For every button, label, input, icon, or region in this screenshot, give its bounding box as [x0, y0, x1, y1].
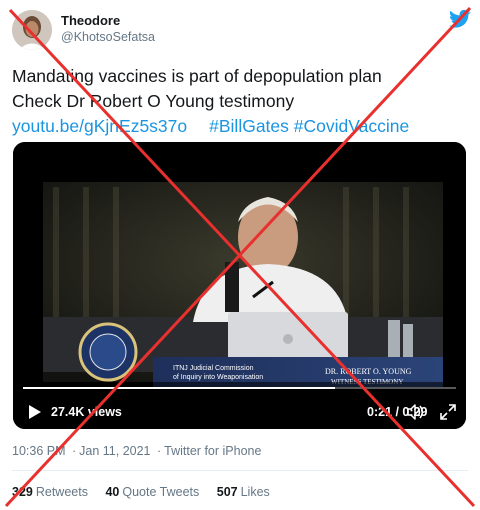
likes-count: 507	[216, 485, 238, 499]
tweet-source[interactable]: Twitter for iPhone	[164, 444, 261, 458]
display-name[interactable]: Theodore	[61, 13, 120, 28]
hashtag-billgates[interactable]: #BillGates	[209, 116, 289, 136]
retweets-stat[interactable]: 329 Retweets	[12, 485, 88, 499]
lower-third-name: DR. ROBERT O. YOUNG	[325, 367, 412, 376]
tweet-line: Check Dr Robert O Young testimony	[12, 91, 295, 111]
tweet-line: Mandating vaccines is part of depopulati…	[12, 66, 382, 86]
video-player[interactable]: ITNJ Judicial Commission of Inquiry into…	[13, 142, 466, 429]
avatar-image	[12, 10, 52, 50]
video-progress-bar[interactable]	[23, 387, 456, 389]
quote-tweets-count: 40	[105, 485, 120, 499]
fullscreen-icon[interactable]	[439, 403, 457, 421]
avatar[interactable]	[12, 10, 52, 50]
play-icon[interactable]	[28, 404, 42, 420]
retweets-label: Retweets	[35, 485, 88, 499]
tweet-text: Mandating vaccines is part of depopulati…	[12, 64, 472, 139]
quote-tweets-stat[interactable]: 40 Quote Tweets	[105, 485, 199, 499]
quote-tweets-label: Quote Tweets	[122, 485, 200, 499]
volume-icon[interactable]	[406, 403, 424, 421]
likes-label: Likes	[240, 485, 270, 499]
divider	[12, 470, 468, 471]
twitter-bird-icon[interactable]	[449, 9, 471, 29]
user-handle[interactable]: @KhotsoSefatsa	[61, 30, 155, 44]
tweet-stats: 329 Retweets 40 Quote Tweets 507 Likes	[12, 485, 284, 499]
lower-third-org: ITNJ Judicial Commission	[173, 365, 254, 372]
tweet-links-line: youtu.be/gKjnEz5s37o #BillGates #CovidVac…	[12, 114, 472, 139]
tweet-date[interactable]: Jan 11, 2021	[79, 444, 150, 458]
view-count: 27.4K views	[51, 405, 122, 419]
video-frame[interactable]: ITNJ Judicial Commission of Inquiry into…	[13, 142, 466, 429]
video-progress-fill	[23, 387, 335, 389]
tweet-meta: 10:36 PM · Jan 11, 2021 · Twitter for iPho…	[12, 444, 262, 458]
video-link[interactable]: youtu.be/gKjnEz5s37o	[12, 116, 187, 136]
retweets-count: 329	[12, 485, 33, 499]
tweet-time[interactable]: 10:36 PM	[12, 444, 66, 458]
lower-third-org-2: of Inquiry into Weaponisation	[173, 374, 263, 381]
hashtag-covidvaccine[interactable]: #CovidVaccine	[294, 116, 409, 136]
tweet-card: Theodore @KhotsoSefatsa Mandating vaccin…	[0, 0, 480, 510]
likes-stat[interactable]: 507 Likes	[217, 485, 270, 499]
